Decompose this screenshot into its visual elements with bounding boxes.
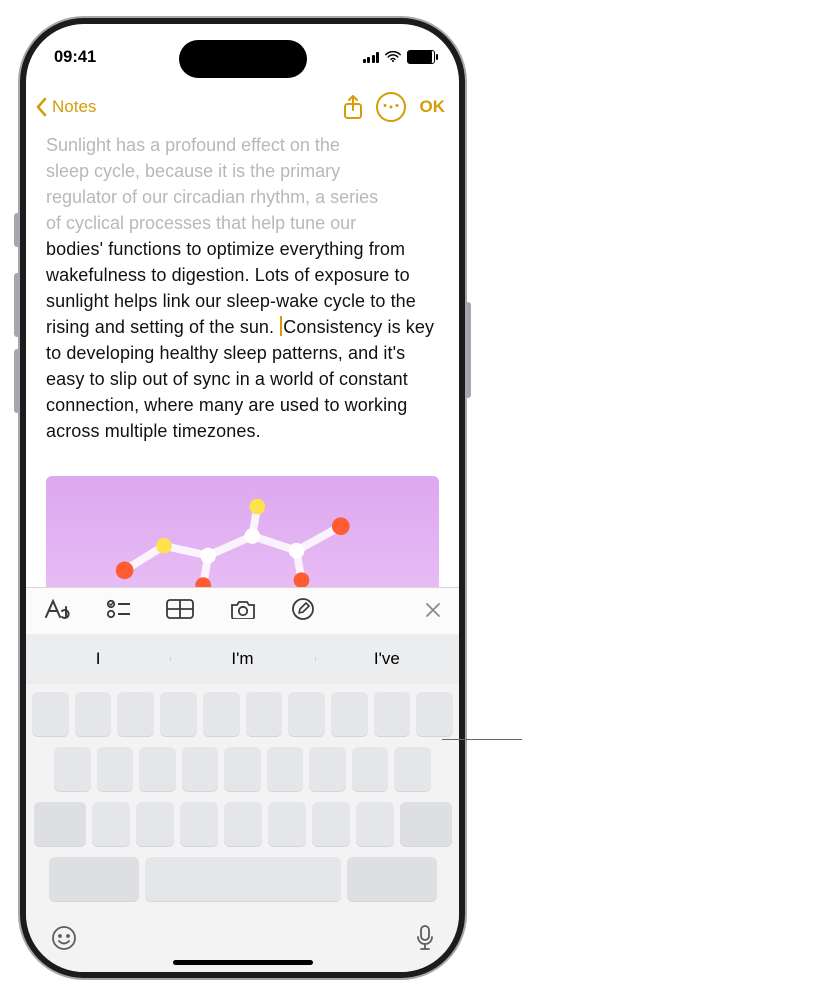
emoji-icon [50,924,78,952]
battery-icon [407,50,435,64]
cellular-icon [363,51,380,63]
emoji-keyboard-button[interactable] [50,924,78,957]
wifi-icon [385,51,401,63]
keyboard-key[interactable] [246,692,283,736]
keyboard-region: I I'm I've [26,587,459,972]
chevron-left-icon [34,96,50,118]
keyboard-key[interactable] [331,692,368,736]
keyboard-key[interactable] [394,747,431,791]
keyboard-key[interactable] [374,692,411,736]
prediction-1[interactable]: I [26,649,170,669]
number-mode-key[interactable] [49,857,139,901]
close-icon [425,602,441,618]
molecule-illustration [46,476,439,596]
keyboard-key[interactable] [312,802,350,846]
format-text-button[interactable] [44,599,70,624]
keyboard-key[interactable] [356,802,394,846]
backspace-key[interactable] [400,802,452,846]
keyboard-key[interactable] [160,692,197,736]
camera-icon [230,599,256,619]
dynamic-island [179,40,307,78]
microphone-icon [415,924,435,952]
note-faded-text: Sunlight has a profound effect on the sl… [46,132,439,236]
volume-down-button [14,349,20,413]
keyboard-key[interactable] [32,692,69,736]
side-button [465,302,471,398]
onscreen-keyboard[interactable] [26,684,459,972]
table-icon [166,599,194,619]
text-format-icon [44,599,70,619]
more-button[interactable] [376,92,406,122]
nav-bar: Notes OK [26,84,459,130]
share-icon [342,95,364,121]
shift-key[interactable] [34,802,86,846]
keyboard-key[interactable] [92,802,130,846]
keyboard-key[interactable] [182,747,219,791]
keyboard-key[interactable] [136,802,174,846]
space-key[interactable] [145,857,341,901]
callout-leader-line [442,739,522,740]
keyboard-key[interactable] [75,692,112,736]
done-button[interactable]: OK [420,97,446,117]
back-button[interactable]: Notes [34,96,96,118]
table-button[interactable] [166,599,194,624]
status-time: 09:41 [54,48,96,67]
share-button[interactable] [342,95,362,119]
keyboard-key[interactable] [54,747,91,791]
mute-switch [14,213,20,247]
keyboard-key[interactable] [267,747,304,791]
keyboard-key[interactable] [352,747,389,791]
iphone-frame: 09:41 Notes [20,18,465,978]
note-attached-image[interactable] [46,476,439,596]
keyboard-key[interactable] [309,747,346,791]
markup-pen-icon [292,598,314,620]
checklist-button[interactable] [106,599,130,624]
keyboard-key[interactable] [416,692,453,736]
predictive-text-row: I I'm I've [26,634,459,684]
keyboard-key[interactable] [288,692,325,736]
back-label: Notes [52,97,96,117]
note-editor[interactable]: Sunlight has a profound effect on the sl… [26,130,459,596]
checklist-icon [106,599,130,619]
text-cursor [280,316,282,336]
notes-format-toolbar [26,587,459,634]
toolbar-close-button[interactable] [425,598,441,624]
return-key[interactable] [347,857,437,901]
keyboard-key[interactable] [180,802,218,846]
prediction-3[interactable]: I've [315,649,459,669]
keyboard-key[interactable] [224,802,262,846]
keyboard-key[interactable] [203,692,240,736]
dictation-button[interactable] [415,924,435,957]
camera-button[interactable] [230,599,256,624]
note-body-text: bodies' functions to optimize everything… [46,236,439,444]
home-indicator[interactable] [173,960,313,965]
keyboard-key[interactable] [117,692,154,736]
volume-up-button [14,273,20,337]
keyboard-key[interactable] [139,747,176,791]
keyboard-key[interactable] [224,747,261,791]
keyboard-key[interactable] [268,802,306,846]
prediction-2[interactable]: I'm [170,649,314,669]
keyboard-key[interactable] [97,747,134,791]
markup-button[interactable] [292,598,314,625]
